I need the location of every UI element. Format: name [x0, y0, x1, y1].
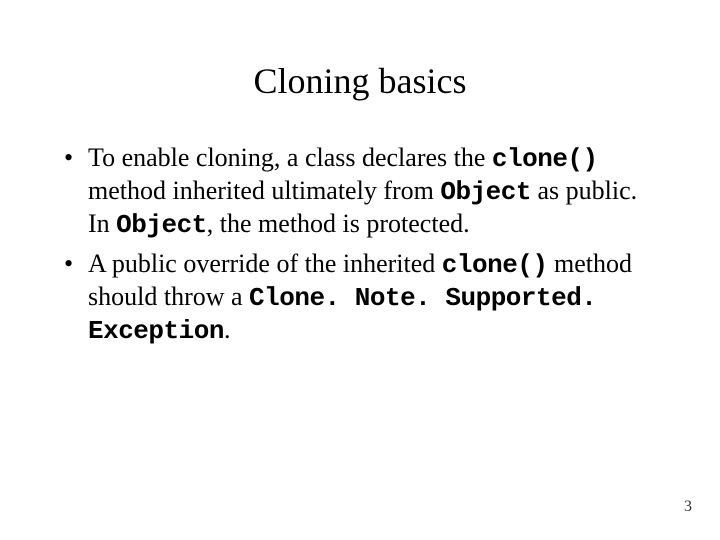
bullet-text: , the method is protected.: [207, 209, 470, 238]
code-span: clone(): [442, 250, 548, 280]
bullet-text: To enable cloning, a class declares the: [88, 143, 492, 172]
bullet-text: method inherited ultimately from: [88, 176, 440, 205]
bullet-item: A public override of the inherited clone…: [60, 248, 660, 348]
bullet-text: A public override of the inherited: [88, 249, 442, 278]
slide-body: To enable cloning, a class declares the …: [0, 122, 720, 347]
bullet-list: To enable cloning, a class declares the …: [60, 142, 660, 347]
page-number: 3: [684, 498, 692, 516]
bullet-text: .: [224, 315, 231, 344]
slide-title: Cloning basics: [0, 0, 720, 122]
code-span: clone(): [492, 144, 598, 174]
code-span: Object: [116, 210, 207, 240]
code-span: Object: [440, 177, 531, 207]
bullet-item: To enable cloning, a class declares the …: [60, 142, 660, 242]
slide: Cloning basics To enable cloning, a clas…: [0, 0, 720, 540]
